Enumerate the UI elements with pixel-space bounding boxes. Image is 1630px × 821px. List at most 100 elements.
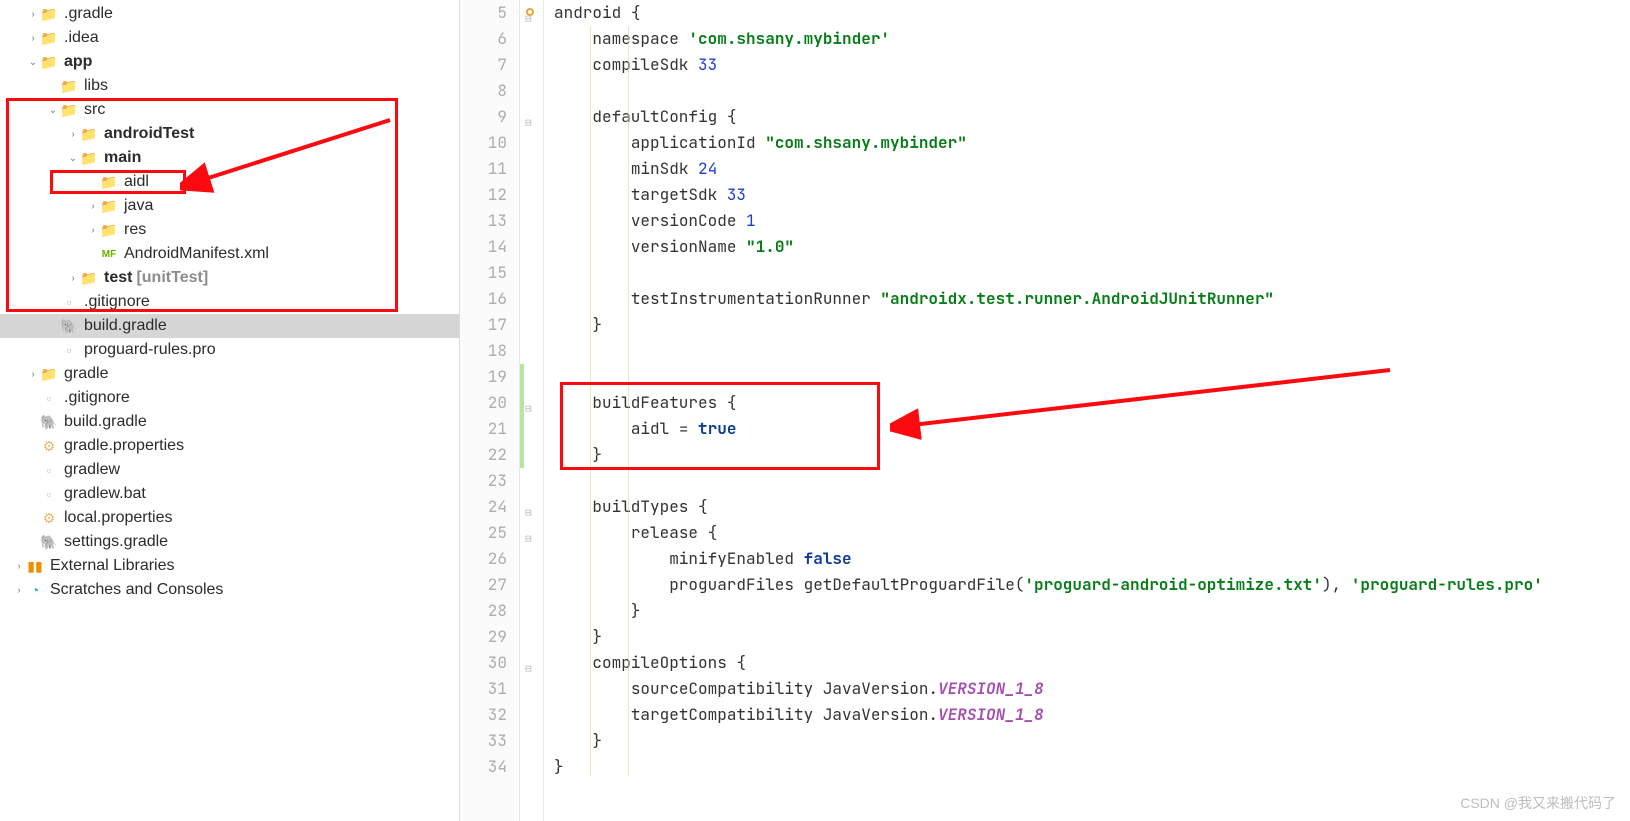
tree-item[interactable]: ›📁test[unitTest] (0, 266, 459, 290)
file-icon: 🐘 (40, 413, 58, 431)
code-line[interactable]: } (554, 754, 1543, 780)
code-line[interactable]: targetSdk 33 (554, 182, 1543, 208)
code-line[interactable]: minifyEnabled false (554, 546, 1543, 572)
tree-item[interactable]: ›📁res (0, 218, 459, 242)
code-line[interactable]: sourceCompatibility JavaVersion.VERSION_… (554, 676, 1543, 702)
tree-item-label: AndroidManifest.xml (124, 242, 269, 266)
code-editor[interactable]: 5678910111213141516171819202122232425262… (460, 0, 1630, 821)
tree-item-label: build.gradle (64, 410, 147, 434)
chevron-right-icon[interactable]: › (86, 199, 100, 213)
chevron-right-icon[interactable]: › (66, 127, 80, 141)
code-line[interactable]: release { (554, 520, 1543, 546)
fold-icon[interactable]: ⊟ (525, 110, 537, 124)
tree-external-libraries[interactable]: › ▮▮ External Libraries (0, 554, 459, 578)
line-number: 18 (460, 338, 507, 364)
tree-item[interactable]: ▫gradlew.bat (0, 482, 459, 506)
code-line[interactable]: proguardFiles getDefaultProguardFile('pr… (554, 572, 1543, 598)
code-line[interactable]: } (554, 442, 1543, 468)
code-line[interactable]: buildTypes { (554, 494, 1543, 520)
chevron-down-icon[interactable]: ⌄ (46, 103, 60, 117)
file-icon: ▫ (60, 341, 78, 359)
code-line[interactable]: android { (554, 0, 1543, 26)
tree-item[interactable]: ⚙gradle.properties (0, 434, 459, 458)
tree-item[interactable]: 🐘 build.gradle (0, 410, 459, 434)
tree-item[interactable]: ›📁androidTest (0, 122, 459, 146)
code-line[interactable]: namespace 'com.shsany.mybinder' (554, 26, 1543, 52)
code-line[interactable] (554, 338, 1543, 364)
fold-icon[interactable]: ⊟ (525, 396, 537, 410)
code-line[interactable]: defaultConfig { (554, 104, 1543, 130)
no-arrow-icon[interactable] (26, 391, 40, 405)
fold-icon[interactable]: ⊟ (525, 6, 537, 20)
code-line[interactable] (554, 468, 1543, 494)
tree-item[interactable]: ⌄📁main (0, 146, 459, 170)
fold-icon[interactable]: ⊟ (525, 500, 537, 514)
chevron-right-icon[interactable]: › (26, 31, 40, 45)
project-tree[interactable]: ›📁.gradle›📁.idea⌄📁app📁libs⌄📁src›📁android… (0, 0, 460, 821)
no-arrow-icon[interactable] (26, 535, 40, 549)
tree-item[interactable]: ›📁gradle (0, 362, 459, 386)
code-area[interactable]: android { namespace 'com.shsany.mybinder… (544, 0, 1543, 821)
no-arrow-icon[interactable] (26, 415, 40, 429)
file-icon: ⚙ (40, 509, 58, 527)
tree-item[interactable]: 📁aidl (0, 170, 459, 194)
tree-item[interactable]: ▫proguard-rules.pro (0, 338, 459, 362)
line-number: 12 (460, 182, 507, 208)
code-line[interactable]: buildFeatures { (554, 390, 1543, 416)
tree-item[interactable]: ⚙local.properties (0, 506, 459, 530)
no-arrow-icon[interactable] (86, 175, 100, 189)
no-arrow-icon[interactable] (26, 511, 40, 525)
code-line[interactable]: minSdk 24 (554, 156, 1543, 182)
tree-item-label: .gitignore (64, 386, 130, 410)
chevron-right-icon[interactable]: › (86, 223, 100, 237)
code-line[interactable]: } (554, 624, 1543, 650)
code-line[interactable]: versionCode 1 (554, 208, 1543, 234)
no-arrow-icon[interactable] (26, 439, 40, 453)
tree-item-label: src (84, 98, 105, 122)
fold-icon[interactable]: ⊟ (525, 656, 537, 670)
no-arrow-icon[interactable] (46, 319, 60, 333)
fold-icon[interactable]: ⊟ (525, 526, 537, 540)
chevron-right-icon[interactable]: › (26, 7, 40, 21)
tree-item-label: app (64, 50, 92, 74)
no-arrow-icon[interactable] (26, 487, 40, 501)
tree-item[interactable]: 🐘build.gradle (0, 314, 459, 338)
chevron-down-icon[interactable]: ⌄ (66, 151, 80, 165)
no-arrow-icon[interactable] (26, 463, 40, 477)
code-line[interactable]: applicationId "com.shsany.mybinder" (554, 130, 1543, 156)
tree-item[interactable]: ›📁.gradle (0, 2, 459, 26)
tree-item-label: main (104, 146, 141, 170)
tree-item[interactable]: ▫gradlew (0, 458, 459, 482)
chevron-right-icon[interactable]: › (66, 271, 80, 285)
code-line[interactable]: compileSdk 33 (554, 52, 1543, 78)
tree-item[interactable]: ⌄📁src (0, 98, 459, 122)
no-arrow-icon[interactable] (46, 343, 60, 357)
no-arrow-icon[interactable] (86, 247, 100, 261)
code-line[interactable]: versionName "1.0" (554, 234, 1543, 260)
tree-item[interactable]: MF AndroidManifest.xml (0, 242, 459, 266)
code-line[interactable] (554, 364, 1543, 390)
line-number: 5 (460, 0, 507, 26)
code-line[interactable]: } (554, 728, 1543, 754)
code-line[interactable]: compileOptions { (554, 650, 1543, 676)
tree-item[interactable]: ▫.gitignore (0, 386, 459, 410)
code-line[interactable]: } (554, 598, 1543, 624)
code-line[interactable]: testInstrumentationRunner "androidx.test… (554, 286, 1543, 312)
no-arrow-icon[interactable] (46, 295, 60, 309)
tree-item[interactable]: ▫.gitignore (0, 290, 459, 314)
manifest-icon: MF (100, 245, 118, 263)
tree-item[interactable]: ›📁java (0, 194, 459, 218)
chevron-down-icon[interactable]: ⌄ (26, 55, 40, 69)
tree-item[interactable]: ⌄📁app (0, 50, 459, 74)
tree-item[interactable]: ›📁.idea (0, 26, 459, 50)
code-line[interactable] (554, 260, 1543, 286)
code-line[interactable] (554, 78, 1543, 104)
code-line[interactable]: aidl = true (554, 416, 1543, 442)
no-arrow-icon[interactable] (46, 79, 60, 93)
tree-item[interactable]: 🐘settings.gradle (0, 530, 459, 554)
code-line[interactable]: targetCompatibility JavaVersion.VERSION_… (554, 702, 1543, 728)
tree-scratches[interactable]: › ◔ Scratches and Consoles (0, 578, 459, 602)
chevron-right-icon[interactable]: › (26, 367, 40, 381)
tree-item[interactable]: 📁libs (0, 74, 459, 98)
code-line[interactable]: } (554, 312, 1543, 338)
